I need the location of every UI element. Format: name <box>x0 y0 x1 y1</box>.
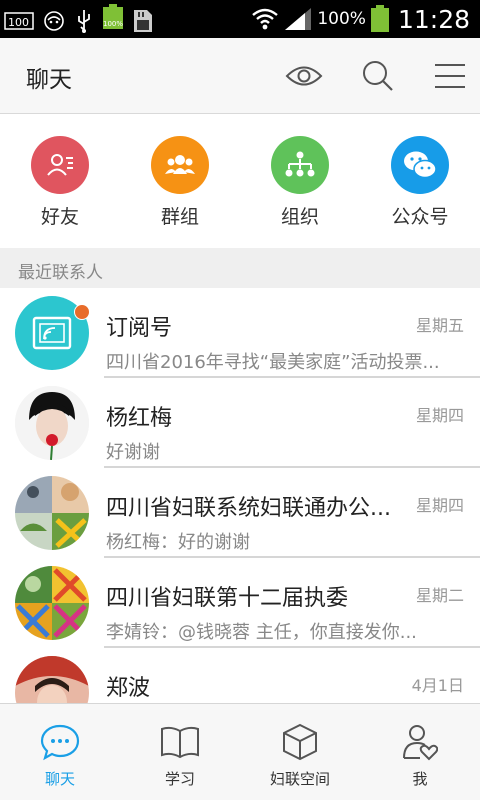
conversation-name: 四川省妇联系统妇联通办公... <box>106 496 391 521</box>
conversation-preview: 好谢谢 <box>106 442 160 463</box>
tab-study[interactable]: 学习 <box>120 704 240 801</box>
title-bar: 聊天 <box>0 38 480 114</box>
unread-dot <box>74 304 90 320</box>
quick-entry-friends[interactable]: 好友 <box>0 114 120 248</box>
conversation-time: 星期四 <box>415 496 464 515</box>
eye-icon[interactable] <box>284 56 324 96</box>
section-title: 最近联系人 <box>18 263 103 283</box>
battery-mini-icon: 100% <box>102 4 124 38</box>
quick-entry-official-accounts[interactable]: 公众号 <box>360 114 480 248</box>
contact-avatar <box>15 386 89 460</box>
quick-entry-label: 好友 <box>40 206 79 228</box>
app-notification-icon <box>42 9 66 33</box>
sim-icon: 100 <box>4 10 34 32</box>
conversation-name: 四川省妇联第十二届执委 <box>106 586 349 611</box>
wifi-icon <box>251 7 279 31</box>
battery-percent: 100% <box>317 9 366 29</box>
conversation-item[interactable]: 四川省妇联系统妇联通办公... 星期四 杨红梅：好的谢谢 <box>0 468 480 558</box>
conversation-item[interactable]: 四川省妇联第十二届执委 星期二 李婧铃：@钱晓蓉 主任，你直接发你... <box>0 558 480 648</box>
quick-entry-label: 组织 <box>280 206 319 228</box>
conversation-item[interactable]: 订阅号 星期五 四川省2016年寻找“最美家庭”活动投票... <box>0 288 480 378</box>
battery-mini-label: 100% <box>102 20 123 28</box>
quick-entry-label: 群组 <box>160 206 199 228</box>
chat-bubble-icon <box>40 722 80 762</box>
quick-entry-groups[interactable]: 群组 <box>120 114 240 248</box>
recent-contacts-header: 最近联系人 <box>0 248 480 288</box>
tab-label: 聊天 <box>44 770 75 788</box>
group-avatar <box>15 476 89 550</box>
conversation-time: 星期五 <box>415 316 464 335</box>
conversation-name: 杨红梅 <box>106 406 173 431</box>
friends-icon <box>31 136 89 194</box>
menu-icon[interactable] <box>430 56 470 96</box>
organization-icon <box>271 136 329 194</box>
tab-label: 妇联空间 <box>269 770 330 788</box>
quick-entry-organization[interactable]: 组织 <box>240 114 360 248</box>
group-icon <box>151 136 209 194</box>
svg-text:100: 100 <box>8 16 29 29</box>
conversation-time: 4月1日 <box>411 676 464 695</box>
book-icon <box>160 722 200 762</box>
quick-entry-bar: 好友 群组 组织 公众号 <box>0 114 480 248</box>
conversation-preview: 杨红梅：好的谢谢 <box>106 532 250 553</box>
status-bar: 100 100% 100% 11:28 <box>0 0 480 38</box>
conversation-name: 郑波 <box>106 676 151 701</box>
bottom-navigation: 聊天 学习 妇联空间 我 <box>0 703 480 800</box>
group-avatar <box>15 566 89 640</box>
conversation-time: 星期四 <box>415 406 464 425</box>
user-heart-icon <box>400 722 440 762</box>
sd-card-icon <box>132 8 154 34</box>
quick-entry-label: 公众号 <box>391 206 449 228</box>
signal-icon <box>283 6 313 32</box>
conversation-preview: 李婧铃：@钱晓蓉 主任，你直接发你... <box>106 622 417 643</box>
conversation-time: 星期二 <box>415 586 464 605</box>
battery-icon <box>370 5 390 33</box>
tab-me[interactable]: 我 <box>360 704 480 801</box>
tab-womens-federation-space[interactable]: 妇联空间 <box>240 704 360 801</box>
tab-chat[interactable]: 聊天 <box>0 704 120 801</box>
tab-label: 我 <box>412 770 428 788</box>
cube-icon <box>280 722 320 762</box>
search-icon[interactable] <box>358 56 398 96</box>
clock: 11:28 <box>397 4 470 34</box>
conversation-name: 订阅号 <box>106 316 173 341</box>
conversation-item[interactable]: 杨红梅 星期四 好谢谢 <box>0 378 480 468</box>
conversation-preview: 四川省2016年寻找“最美家庭”活动投票... <box>106 352 440 373</box>
wechat-icon <box>391 136 449 194</box>
page-title: 聊天 <box>26 67 72 93</box>
tab-label: 学习 <box>164 770 195 788</box>
usb-icon <box>74 8 94 34</box>
